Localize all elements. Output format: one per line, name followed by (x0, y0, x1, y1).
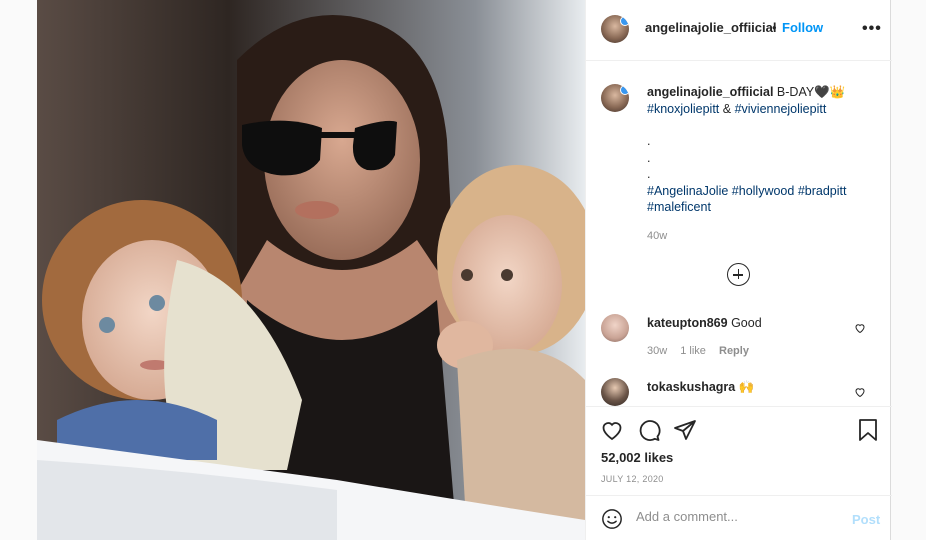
hashtag-link[interactable]: #viviennejoliepitt (735, 102, 827, 116)
comment-age[interactable]: 30w (647, 345, 667, 357)
comment-item: tokaskushagra 🙌 (647, 380, 754, 395)
post-photo-illustration (37, 0, 585, 540)
comment-input[interactable] (636, 509, 836, 524)
caption-text: B-DAY🖤👑 (776, 85, 846, 99)
hashtag-link[interactable]: #maleficent (647, 200, 711, 214)
caption-dot: . (647, 134, 651, 148)
hashtag-link[interactable]: #hollywood (732, 184, 795, 198)
post-date[interactable]: JULY 12, 2020 (601, 474, 664, 484)
commenter-avatar[interactable] (601, 314, 629, 342)
hashtag-link[interactable]: #bradpitt (798, 184, 847, 198)
emoji-icon[interactable] (601, 508, 623, 530)
hashtag-link[interactable]: #knoxjoliepitt (647, 102, 719, 116)
caption-dot: . (647, 167, 651, 181)
hashtag-link[interactable]: #AngelinaJolie (647, 184, 728, 198)
post-side-panel: angelinajolie_offiicial • Follow ••• ang… (585, 0, 892, 540)
comment-text: 🙌 (738, 380, 755, 394)
caption-dot: . (647, 150, 651, 165)
author-avatar[interactable] (601, 15, 629, 43)
likes-count[interactable]: 52,002 likes (601, 450, 673, 465)
reply-button[interactable]: Reply (719, 345, 749, 357)
page-background-right (891, 0, 926, 540)
heart-icon[interactable] (600, 418, 624, 442)
comment-text: Good (731, 316, 762, 330)
author-username[interactable]: angelinajolie_offiicial (645, 20, 776, 35)
plus-circle-icon[interactable] (727, 263, 750, 286)
comment-likes[interactable]: 1 like (680, 345, 706, 357)
add-comment-bar: Post (586, 495, 892, 540)
post-photo[interactable] (37, 0, 585, 540)
commenter-avatar[interactable] (601, 378, 629, 406)
comment-heart-icon[interactable] (854, 322, 866, 334)
bookmark-icon[interactable] (856, 418, 880, 442)
header-separator: • (772, 20, 777, 35)
caption-age[interactable]: 40w (647, 230, 667, 242)
post-caption: angelinajolie_offiicial B-DAY🖤👑 #knoxjol… (647, 84, 877, 216)
post-header: angelinajolie_offiicial • Follow ••• (586, 0, 892, 61)
comment-username[interactable]: tokaskushagra (647, 380, 735, 394)
comment-heart-icon[interactable] (854, 386, 866, 398)
comment-item: kateupton869 Good (647, 316, 762, 330)
caption-username[interactable]: angelinajolie_offiicial (647, 85, 773, 99)
follow-button[interactable]: Follow (782, 20, 823, 35)
more-horizontal-icon[interactable]: ••• (862, 21, 882, 37)
caption-avatar[interactable] (601, 84, 629, 112)
comment-meta: 30w 1 like Reply (647, 345, 759, 357)
share-icon[interactable] (673, 418, 697, 442)
page-background-left (0, 0, 37, 540)
post-comment-button[interactable]: Post (852, 512, 880, 527)
verified-badge-icon (620, 16, 629, 26)
comment-username[interactable]: kateupton869 (647, 316, 728, 330)
verified-badge-icon (620, 85, 629, 95)
caption-ampersand: & (722, 101, 732, 116)
comment-icon[interactable] (637, 418, 661, 442)
